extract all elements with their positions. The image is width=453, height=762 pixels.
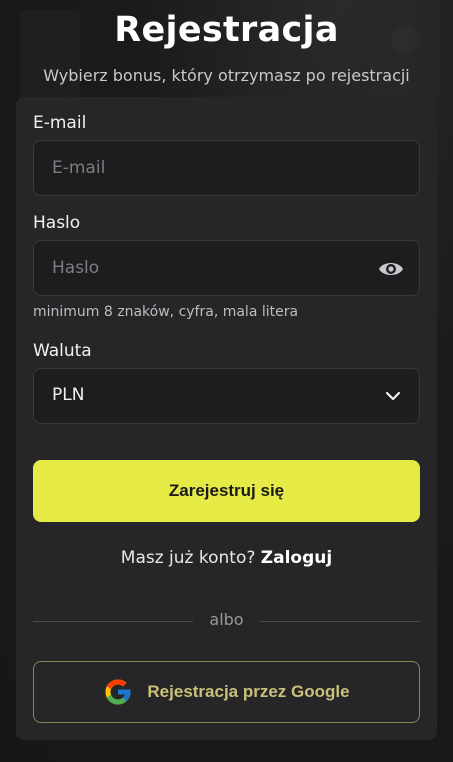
- chevron-down-icon: [385, 391, 401, 401]
- login-link[interactable]: Zaloguj: [261, 548, 332, 568]
- email-label: E-mail: [33, 113, 87, 133]
- currency-label: Waluta: [33, 341, 92, 361]
- registration-card: E-mail Haslo minimum 8 znaków, cyfra, ma…: [16, 97, 437, 740]
- google-icon: [105, 679, 131, 705]
- login-prompt: Masz już konto?: [120, 548, 256, 568]
- page-subtitle: Wybierz bonus, który otrzymasz po rejest…: [43, 66, 410, 85]
- email-field-wrapper: [33, 140, 420, 196]
- register-button-label: Zarejestruj się: [168, 481, 285, 500]
- login-prompt-row: Masz już konto? Zaloguj: [16, 548, 437, 568]
- password-field[interactable]: [34, 241, 419, 295]
- currency-selected-value: PLN: [52, 385, 85, 405]
- google-register-label: Rejestracja przez Google: [147, 682, 350, 701]
- register-button[interactable]: Zarejestruj się: [33, 460, 420, 522]
- email-field[interactable]: [34, 141, 419, 195]
- registration-page: Rejestracja Wybierz bonus, który otrzyma…: [0, 0, 453, 762]
- currency-select[interactable]: PLN: [33, 368, 420, 424]
- password-field-wrapper: [33, 240, 420, 296]
- google-register-button[interactable]: Rejestracja przez Google: [33, 661, 420, 723]
- divider-text: albo: [209, 610, 244, 629]
- password-hint: minimum 8 znaków, cyfra, mala litera: [33, 304, 299, 320]
- divider-line-right: [260, 621, 420, 622]
- eye-icon[interactable]: [377, 256, 405, 282]
- password-label: Haslo: [33, 213, 81, 233]
- page-title: Rejestracja: [114, 10, 339, 50]
